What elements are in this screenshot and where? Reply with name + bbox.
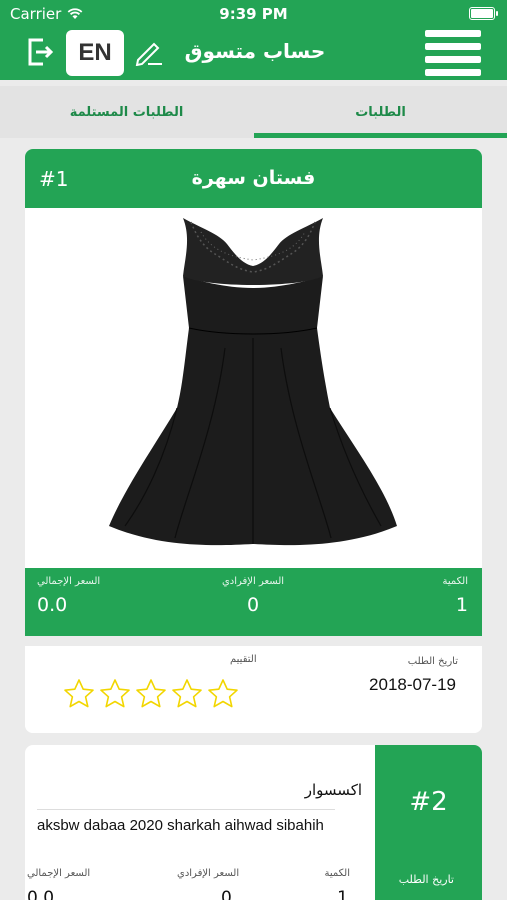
star-icon[interactable] (171, 678, 203, 710)
quantity-label: الكمية (442, 576, 468, 587)
total-price-label: السعر الإجمالي (27, 868, 91, 879)
order-meta: تاريخ الطلب 2018-07-19 التقييم (25, 646, 482, 733)
status-bar: Carrier 9:39 PM (0, 0, 507, 28)
quantity-value: 1 (455, 594, 468, 616)
rating-stars[interactable] (63, 678, 239, 710)
star-icon[interactable] (99, 678, 131, 710)
order-date-label: تاريخ الطلب (407, 656, 458, 667)
total-price-value: 0.0 (27, 888, 55, 900)
status-time: 9:39 PM (219, 5, 288, 23)
order-card[interactable]: #2 تاريخ الطلب اكسسوار aksbw dabaa 2020 … (25, 745, 482, 900)
order-number: #2 (409, 787, 448, 817)
menu-icon (425, 30, 481, 37)
unit-price-value: 0 (246, 594, 260, 616)
unit-price-value: 0 (221, 888, 232, 900)
rating-label: التقييم (230, 654, 257, 665)
star-icon[interactable] (207, 678, 239, 710)
language-button[interactable]: EN (66, 30, 124, 76)
divider (37, 809, 335, 810)
order-card[interactable]: #1 فستان سهرة الكمية 1 السعر الإفرادي 0 … (25, 149, 482, 733)
order-date-value: 2018-07-19 (369, 675, 456, 694)
price-bar: الكمية 1 السعر الإفرادي 0 السعر الإجمالي… (25, 568, 482, 636)
star-icon[interactable] (63, 678, 95, 710)
total-price-label: السعر الإجمالي (37, 576, 101, 587)
edit-icon[interactable] (134, 38, 164, 66)
tab-orders[interactable]: الطلبات (254, 86, 507, 138)
total-price-value: 0.0 (37, 594, 68, 616)
quantity-label: الكمية (324, 868, 350, 879)
product-description: aksbw dabaa 2020 sharkah aihwad sibahih (37, 817, 324, 834)
battery-icon (469, 7, 498, 20)
product-image (25, 208, 482, 568)
star-icon[interactable] (135, 678, 167, 710)
product-name: فستان سهرة (191, 167, 316, 189)
logout-icon[interactable] (26, 37, 54, 67)
tab-received-orders[interactable]: الطلبات المستلمة (0, 86, 253, 138)
page-title: حساب متسوق (184, 39, 326, 63)
order-date-label: تاريخ الطلب (398, 873, 454, 886)
app-header: Carrier 9:39 PM EN حساب متسوق (0, 0, 507, 80)
quantity-value: 1 (337, 888, 348, 900)
unit-price-label: السعر الإفرادي (221, 576, 285, 587)
product-category: اكسسوار (304, 781, 362, 799)
menu-button[interactable] (425, 30, 481, 76)
unit-price-label: السعر الإفرادي (177, 868, 240, 879)
tab-bar: الطلبات الطلبات المستلمة (0, 86, 507, 138)
active-tab-indicator (254, 133, 507, 138)
dress-image (109, 218, 397, 546)
